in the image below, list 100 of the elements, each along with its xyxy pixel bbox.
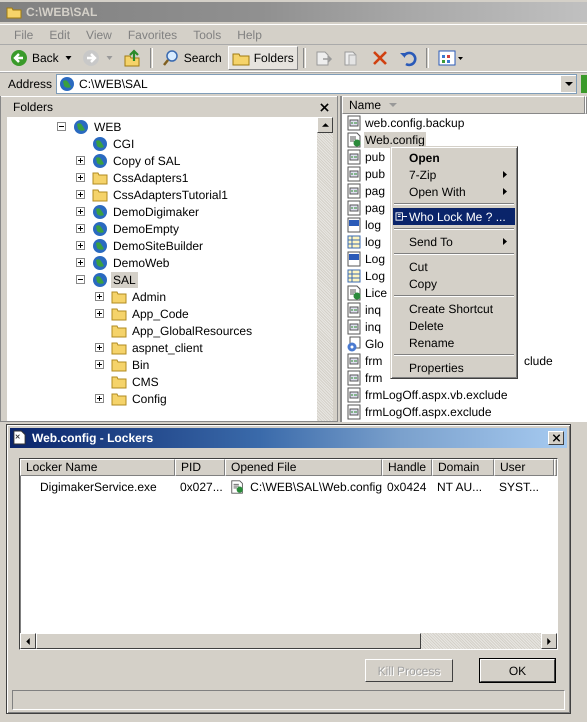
table-cell: C:\WEB\SAL\Web.config [250, 480, 382, 494]
expand-icon[interactable] [76, 173, 85, 182]
tree-item[interactable]: CMS [130, 374, 161, 390]
back-button[interactable]: Back [6, 46, 76, 70]
column-header[interactable]: User [494, 458, 554, 476]
file-icon [346, 370, 362, 386]
search-button[interactable]: Search [158, 46, 226, 70]
expand-icon[interactable] [76, 207, 85, 216]
file-name[interactable]: Log [364, 268, 386, 284]
ok-button[interactable]: OK [480, 659, 555, 682]
file-name[interactable]: frm [364, 370, 384, 386]
folders-button[interactable]: Folders [228, 46, 298, 70]
folder-icon [111, 374, 127, 390]
expand-icon[interactable] [95, 394, 104, 403]
scroll-up-button[interactable] [317, 117, 333, 133]
expand-icon[interactable] [95, 360, 104, 369]
tree-item[interactable]: Admin [130, 288, 168, 304]
menu-item[interactable]: Copy [393, 275, 515, 292]
expand-icon[interactable] [95, 292, 104, 301]
tree-item[interactable]: CssAdaptersTutorial1 [111, 186, 230, 202]
table-file-icon [346, 268, 362, 284]
file-name: clude [524, 354, 553, 368]
expand-icon[interactable] [76, 258, 85, 267]
tree-item[interactable]: DemoSiteBuilder [111, 238, 206, 254]
file-name[interactable]: inq [364, 302, 382, 318]
file-name[interactable]: Log [364, 250, 386, 266]
menu-item[interactable]: Open [393, 149, 515, 166]
file-name[interactable]: frmLogOff.aspx.vb.exclude [364, 386, 509, 402]
file-name[interactable]: pag [364, 182, 386, 198]
tree-item[interactable]: DemoDigimaker [111, 204, 202, 220]
collapse-icon[interactable] [76, 275, 85, 284]
expand-icon[interactable] [95, 309, 104, 318]
file-icon [346, 352, 362, 368]
close-icon [552, 434, 560, 442]
pane-title: Folders [13, 100, 54, 114]
file-name[interactable]: web.config.backup [364, 114, 466, 130]
globe-icon [92, 136, 108, 152]
menu-item[interactable]: Properties [393, 359, 515, 376]
window-icon [395, 211, 408, 222]
dialog-title: Web.config - Lockers [32, 430, 154, 445]
expand-icon[interactable] [76, 241, 85, 250]
folder-icon [111, 340, 127, 356]
menu-item[interactable]: Who Lock Me ? ... [393, 208, 515, 225]
folder-icon [92, 186, 108, 202]
scrollbar-thumb[interactable] [36, 633, 421, 650]
globe-icon [92, 254, 108, 270]
file-name[interactable]: Glo [364, 336, 385, 352]
tree-item[interactable]: DemoEmpty [111, 220, 182, 236]
column-header[interactable]: PID [175, 458, 225, 476]
menu-item[interactable]: Send To [393, 233, 515, 250]
globe-icon [92, 238, 108, 254]
folder-icon [111, 288, 127, 304]
dropdown-button[interactable] [560, 76, 576, 92]
tree-item[interactable]: App_Code [130, 306, 191, 322]
caret-icon [64, 56, 72, 60]
file-name[interactable]: frmLogOff.aspx.exclude [364, 404, 493, 420]
scroll-left-button[interactable] [20, 633, 36, 650]
close-button[interactable] [548, 430, 564, 445]
menu-item[interactable]: Create Shortcut [393, 300, 515, 317]
column-header[interactable]: Handle [382, 458, 432, 476]
tree-item[interactable]: Config [130, 390, 169, 406]
file-name[interactable]: log [364, 216, 382, 232]
tree-item[interactable]: DemoWeb [111, 254, 172, 270]
file-name[interactable]: log [364, 234, 382, 250]
tree-item[interactable]: CGI [111, 136, 136, 152]
folder-icon [111, 322, 127, 338]
address-field[interactable]: C:\WEB\SAL [56, 74, 577, 94]
expand-icon[interactable] [76, 224, 85, 233]
file-name[interactable]: inq [364, 318, 382, 334]
tree-item[interactable]: SAL [111, 272, 138, 288]
tree-item[interactable]: Bin [130, 356, 152, 372]
expand-icon[interactable] [76, 156, 85, 165]
scroll-right-button[interactable] [541, 633, 557, 650]
file-name[interactable]: Web.config [364, 132, 426, 148]
menu-item[interactable]: 7-Zip [393, 166, 515, 183]
file-icon [346, 318, 362, 334]
column-header[interactable]: Domain [432, 458, 494, 476]
menu-item[interactable]: Cut [393, 258, 515, 275]
tree-item[interactable]: WEB [92, 118, 124, 134]
file-name[interactable]: pub [364, 166, 386, 182]
tree-item[interactable]: App_GlobalResources [130, 322, 254, 338]
menu-item[interactable]: Open With [393, 183, 515, 200]
close-icon[interactable] [320, 102, 329, 112]
menu-item[interactable]: Delete [393, 317, 515, 334]
column-header[interactable]: Opened File [225, 458, 382, 476]
tree-item[interactable]: Copy of SAL [111, 152, 182, 168]
file-name[interactable]: pag [364, 200, 386, 216]
expand-icon[interactable] [76, 190, 85, 199]
file-icon [346, 386, 362, 402]
tree-item[interactable]: CssAdapters1 [111, 170, 190, 186]
up-folder-icon [122, 49, 141, 67]
column-header[interactable]: Name [342, 96, 585, 114]
collapse-icon[interactable] [57, 122, 66, 131]
menu-item[interactable]: Rename [393, 334, 515, 351]
tree-item[interactable]: aspnet_client [130, 340, 205, 356]
file-name[interactable]: pub [364, 148, 386, 164]
column-header[interactable]: Locker Name [20, 458, 175, 476]
file-name[interactable]: Lice [364, 284, 388, 300]
expand-icon[interactable] [95, 343, 104, 352]
window-title: C:\WEB\SAL [26, 5, 98, 19]
